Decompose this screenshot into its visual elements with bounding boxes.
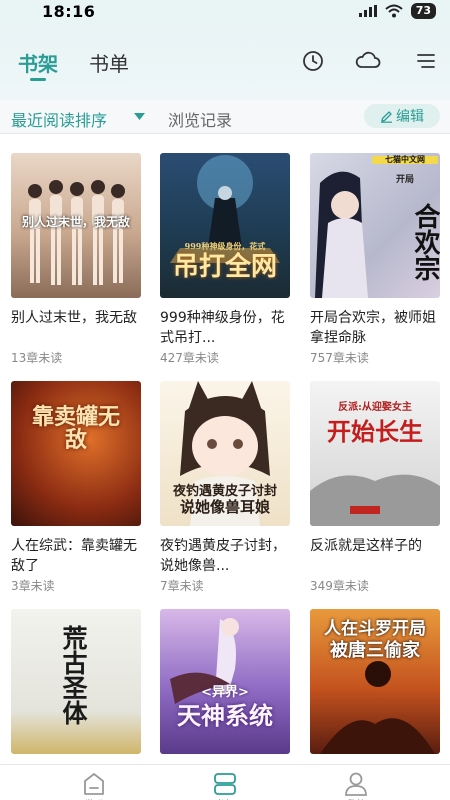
- pencil-icon: [381, 110, 392, 123]
- wifi-icon: [385, 4, 403, 18]
- edit-button[interactable]: 编辑: [364, 104, 440, 128]
- book-title: 反派就是这样子的: [310, 538, 422, 554]
- top-header: 书架 书单: [0, 22, 450, 100]
- book-item[interactable]: 七猫中文网 开局 合欢宗 开局合欢宗，被师姐拿捏命脉 757章未读: [310, 153, 440, 383]
- unread-count: 757章未读: [310, 351, 369, 365]
- book-cover[interactable]: 七猫中文网 开局 合欢宗: [310, 153, 440, 298]
- book-cover[interactable]: 荒古圣体: [11, 609, 141, 754]
- status-icons: 73: [358, 3, 436, 19]
- cover-badge: 七猫中文网: [372, 155, 438, 165]
- shelf-toolbar: 最近阅读排序 浏览记录 编辑: [0, 100, 450, 134]
- browse-history-link[interactable]: 浏览记录: [168, 107, 232, 131]
- unread-count: 13章未读: [11, 351, 63, 365]
- bookshelf-grid: 别人过末世，我无敌 别人过末世，我无敌 13章未读 999种神级身份，花式 吊打…: [0, 134, 450, 764]
- book-cover[interactable]: 反派:从迎娶女主 开始长生: [310, 381, 440, 526]
- cover-subtitle: <异界>: [201, 685, 249, 700]
- cover-title: 吊打全网: [172, 252, 277, 282]
- cover-title: 夜钓遇黄皮子讨封: [172, 484, 277, 499]
- cover-title: 开始长生: [327, 417, 423, 446]
- cover-title-line2: 被唐三偷家: [330, 640, 420, 661]
- cover-subtitle: 开局: [395, 175, 414, 185]
- profile-icon[interactable]: [342, 771, 370, 797]
- book-item[interactable]: 荒古圣体: [11, 609, 141, 759]
- cover-title: 合欢宗: [410, 203, 440, 281]
- signal-icon: [358, 5, 377, 17]
- battery-indicator: 73: [410, 3, 436, 19]
- active-tab-indicator: [30, 78, 46, 81]
- cover-art: [170, 618, 239, 704]
- book-title: 开局合欢宗，被师姐拿捏命脉: [310, 310, 436, 346]
- bottom-navigation: 发现 书架 我的: [0, 764, 450, 800]
- menu-icon[interactable]: [414, 49, 438, 73]
- book-title: 夜钓遇黄皮子讨封，说她像兽...: [160, 538, 286, 574]
- unread-count: 349章未读: [310, 579, 369, 593]
- book-cover[interactable]: 别人过末世，我无敌: [11, 153, 141, 298]
- book-item[interactable]: 人在斗罗开局 被唐三偷家: [310, 609, 440, 759]
- edit-label: 编辑: [396, 109, 424, 125]
- book-cover[interactable]: 夜钓遇黄皮子讨封 说她像兽耳娘: [160, 381, 290, 526]
- caret-down-icon[interactable]: [134, 113, 145, 120]
- cover-title: 靠卖罐无敌: [31, 404, 120, 454]
- book-cover[interactable]: 人在斗罗开局 被唐三偷家: [310, 609, 440, 754]
- status-bar: 18:16 73: [0, 0, 450, 22]
- tab-booklist[interactable]: 书单: [89, 48, 129, 77]
- book-item[interactable]: 999种神级身份，花式 吊打全网 999种神级身份，花式吊打... 427章未读: [160, 153, 290, 383]
- unread-count: 7章未读: [160, 579, 204, 593]
- home-icon[interactable]: [80, 771, 108, 797]
- bookshelf-icon[interactable]: [211, 771, 239, 797]
- book-item[interactable]: 夜钓遇黄皮子讨封 说她像兽耳娘 夜钓遇黄皮子讨封，说她像兽... 7章未读: [160, 381, 290, 611]
- cover-title: 荒古圣体: [59, 625, 88, 725]
- cover-title: 人在斗罗开局: [324, 619, 426, 639]
- cover-subtitle: 反派:从迎娶女主: [338, 402, 412, 413]
- clock-icon[interactable]: [301, 49, 325, 73]
- unread-count: 3章未读: [11, 579, 55, 593]
- status-time: 18:16: [42, 1, 96, 21]
- cover-title: 天神系统: [177, 701, 273, 730]
- sort-dropdown[interactable]: 最近阅读排序: [11, 107, 107, 131]
- nav-label-bookshelf[interactable]: 书架: [205, 796, 245, 800]
- cover-subtitle: 999种神级身份，花式: [184, 241, 266, 251]
- nav-label-discover[interactable]: 发现: [74, 796, 114, 800]
- book-cover[interactable]: <异界> 天神系统: [160, 609, 290, 754]
- tab-bookshelf[interactable]: 书架: [18, 48, 58, 77]
- book-cover[interactable]: 999种神级身份，花式 吊打全网: [160, 153, 290, 298]
- book-title: 别人过末世，我无敌: [11, 310, 137, 326]
- book-cover[interactable]: 靠卖罐无敌: [11, 381, 141, 526]
- book-item[interactable]: <异界> 天神系统: [160, 609, 290, 759]
- book-title: 人在综武：靠卖罐无敌了: [11, 538, 137, 574]
- cloud-icon[interactable]: [354, 49, 382, 73]
- nav-label-profile[interactable]: 我的: [336, 796, 376, 800]
- book-title: 999种神级身份，花式吊打...: [160, 310, 285, 346]
- cover-title-line2: 说她像兽耳娘: [179, 498, 270, 516]
- book-item[interactable]: 靠卖罐无敌 人在综武：靠卖罐无敌了 3章未读: [11, 381, 141, 611]
- book-item[interactable]: 别人过末世，我无敌 别人过末世，我无敌 13章未读: [11, 153, 141, 383]
- cover-title: 别人过末世，我无敌: [21, 215, 130, 229]
- book-item[interactable]: 反派:从迎娶女主 开始长生 反派就是这样子的 349章未读: [310, 381, 440, 611]
- unread-count: 427章未读: [160, 351, 219, 365]
